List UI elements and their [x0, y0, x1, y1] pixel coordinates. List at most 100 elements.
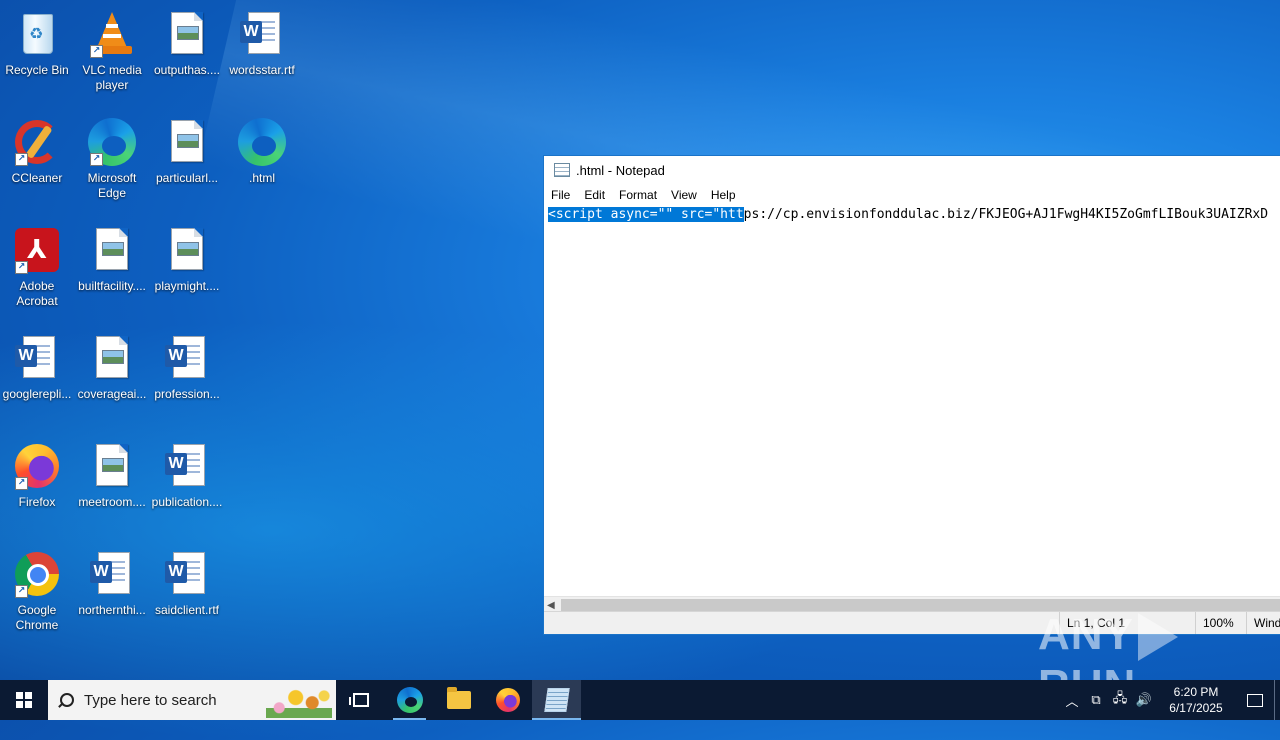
desktop-icon-label: particularl... [155, 171, 219, 185]
desktop-icon-publication[interactable]: W publication.... [149, 438, 225, 542]
volume-icon[interactable]: 🔊 [1132, 680, 1156, 720]
text-editor[interactable]: <script async="" src="https://cp.envisio… [544, 206, 1280, 603]
search-highlight-image [266, 684, 332, 718]
taskbar-search-box[interactable]: Type here to search [48, 680, 336, 720]
notepad-window[interactable]: .html - Notepad File Edit Format View He… [543, 155, 1280, 635]
desktop-icon-label: coverageai... [77, 387, 147, 401]
taskbar-firefox[interactable] [483, 680, 532, 720]
taskbar-clock[interactable]: 6:20 PM 6/17/2025 [1162, 684, 1230, 716]
notepad-title-bar[interactable]: .html - Notepad [544, 156, 1280, 184]
desktop-icon-firefox[interactable]: ↗ Firefox [0, 438, 75, 542]
menu-format[interactable]: Format [612, 188, 664, 202]
menu-view[interactable]: View [664, 188, 704, 202]
desktop-icon-label: googlerepli... [2, 387, 72, 401]
desktop-icon-label: wordsstar.rtf [229, 63, 295, 77]
desktop-icon-microsoft-edge[interactable]: ↗ Microsoft Edge [74, 114, 150, 218]
editor-text-line: <script async="" src="https://cp.envisio… [548, 206, 1268, 224]
edge-icon: ↗ [88, 118, 136, 166]
edge-icon [396, 687, 423, 713]
desktop-icon-adobe-acrobat[interactable]: ⅄ ↗ Adobe Acrobat [0, 222, 75, 326]
unselected-text: ps://cp.envisionfonddulac.biz/FKJEOG+AJ1… [743, 207, 1269, 222]
image-file-icon [88, 334, 136, 382]
task-view-icon [348, 693, 369, 707]
chrome-icon: ↗ [13, 550, 61, 598]
desktop-icon-playmight[interactable]: playmight.... [149, 222, 225, 326]
desktop-icon-html-file[interactable]: .html [224, 114, 300, 218]
desktop-icon-label: Recycle Bin [5, 63, 69, 77]
desktop-icon-label: northernthi... [78, 603, 146, 617]
desktop-icon-recycle-bin[interactable]: Recycle Bin [0, 6, 75, 110]
image-file-icon [88, 442, 136, 490]
desktop-icon-label: outputhas.... [153, 63, 221, 77]
desktop-icon-builtfacility[interactable]: builtfacility.... [74, 222, 150, 326]
desktop-icon-label: CCleaner [11, 171, 63, 185]
firefox-icon: ↗ [13, 442, 61, 490]
desktop-icon-vlc[interactable]: ↗ VLC media player [74, 6, 150, 110]
taskbar-notepad[interactable] [532, 680, 581, 720]
menu-bar: File Edit Format View Help [544, 184, 1280, 206]
taskbar: Type here to search ︿ ⧉ 🖧 🔊 6:20 PM 6/17… [0, 680, 1280, 720]
task-view-button[interactable] [336, 680, 385, 720]
taskbar-edge[interactable] [385, 680, 434, 720]
desktop-icon-google-chrome[interactable]: ↗ Google Chrome [0, 546, 75, 650]
notification-icon [1247, 693, 1263, 707]
search-placeholder: Type here to search [84, 691, 217, 709]
folder-icon [446, 687, 471, 709]
start-button[interactable] [0, 680, 48, 720]
image-file-icon [163, 10, 211, 58]
desktop-icon-particularl[interactable]: particularl... [149, 114, 225, 218]
desktop-icon-label: builtfacility.... [78, 279, 146, 293]
image-file-icon [163, 226, 211, 274]
notepad-icon [543, 688, 570, 712]
menu-edit[interactable]: Edit [577, 188, 612, 202]
desktop-icon-label: .html [248, 171, 275, 185]
play-icon [1137, 613, 1178, 662]
ccleaner-icon: ↗ [13, 118, 61, 166]
word-document-icon: W [88, 550, 136, 598]
search-icon [60, 693, 74, 707]
desktop-icon-saidclient[interactable]: W saidclient.rtf [149, 546, 225, 650]
watermark-text-left: ANY [1038, 610, 1134, 659]
image-file-icon [163, 118, 211, 166]
desktop-icon-meetroom[interactable]: meetroom.... [74, 438, 150, 542]
desktop-icon-label: Google Chrome [15, 603, 59, 632]
desktop-icon-label: saidclient.rtf [154, 603, 220, 617]
word-document-icon: W [163, 442, 211, 490]
menu-file[interactable]: File [544, 188, 577, 202]
vlc-icon: ↗ [88, 10, 136, 58]
menu-help[interactable]: Help [704, 188, 743, 202]
desktop-icon-outputhas[interactable]: outputhas.... [149, 6, 225, 110]
desktop-icon-label: profession... [154, 387, 220, 401]
desktop-icon-ccleaner[interactable]: ↗ CCleaner [0, 114, 75, 218]
notification-center-button[interactable] [1236, 680, 1274, 720]
edge-icon [238, 118, 286, 166]
window-title: .html - Notepad [576, 162, 665, 178]
clock-date: 6/17/2025 [1169, 701, 1223, 715]
acrobat-icon: ⅄ ↗ [13, 226, 61, 274]
desktop-icon-profession[interactable]: W profession... [149, 330, 225, 434]
windows-logo-icon [16, 692, 32, 708]
desktop-icon-label: Firefox [18, 495, 56, 509]
word-document-icon: W [163, 334, 211, 382]
network-icon[interactable]: 🖧 [1108, 680, 1132, 720]
word-document-icon: W [163, 550, 211, 598]
desktop-icon-googlerepli[interactable]: W googlerepli... [0, 330, 75, 434]
word-document-icon: W [13, 334, 61, 382]
desktop-icon-northernthi[interactable]: W northernthi... [74, 546, 150, 650]
system-tray: ︿ ⧉ 🖧 🔊 6:20 PM 6/17/2025 [1060, 680, 1280, 720]
desktop-icon-label: meetroom.... [78, 495, 146, 509]
image-file-icon [88, 226, 136, 274]
desktop-icon-label: playmight.... [154, 279, 220, 293]
recycle-bin-icon [23, 14, 53, 54]
selected-text: <script async="" src="htt [548, 207, 744, 222]
desktop-icon-wordsstar[interactable]: W wordsstar.rtf [224, 6, 300, 110]
desktop-icon-coverageai[interactable]: coverageai... [74, 330, 150, 434]
word-document-icon: W [238, 10, 286, 58]
desktop-icon-label: Adobe Acrobat [16, 279, 58, 308]
chevron-up-icon[interactable]: ︿ [1060, 680, 1084, 720]
meet-now-icon[interactable]: ⧉ [1084, 680, 1108, 720]
taskbar-file-explorer[interactable] [434, 680, 483, 720]
firefox-icon [495, 688, 520, 712]
show-desktop-button[interactable] [1274, 680, 1280, 720]
notepad-icon [554, 163, 570, 177]
